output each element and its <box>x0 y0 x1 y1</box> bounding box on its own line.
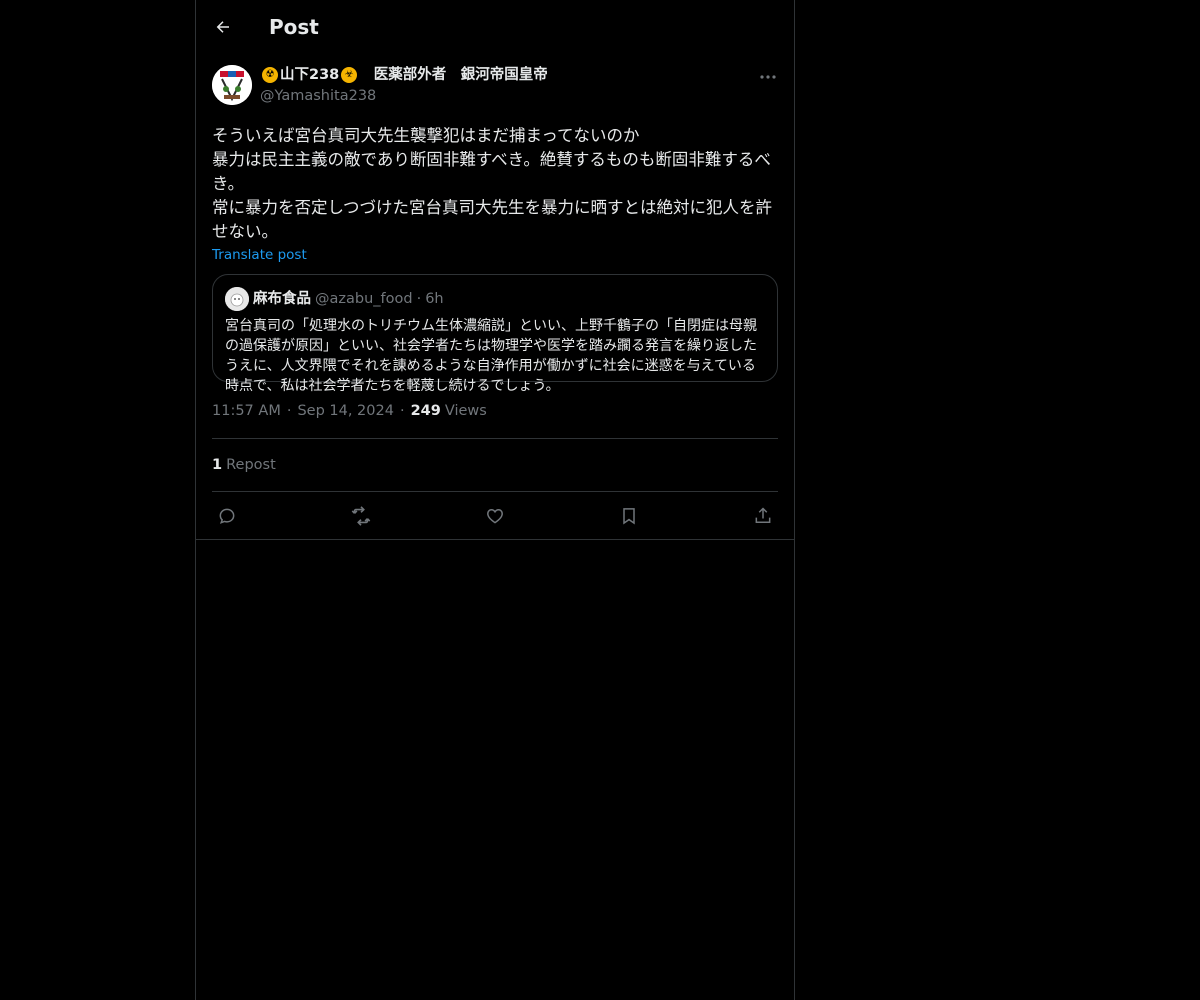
like-button[interactable] <box>480 501 510 531</box>
quoted-avatar <box>225 287 249 311</box>
post-text: そういえば宮台真司大先生襲撃犯はまだ捕まってないのか 暴力は民主主義の敵であり断… <box>212 126 773 241</box>
author-row: ☢ 山下238 ☣ 医薬部外者 銀河帝国皇帝 @Yamashita238 <box>196 65 794 115</box>
display-name-text: 山下238 <box>280 67 340 83</box>
avatar-image <box>212 65 252 105</box>
post-column: Post ☢ 山下238 ☣ 医薬部外者 銀河帝国皇帝 @Yamashita238 <box>195 0 795 1000</box>
post-meta: 11:57 AM · Sep 14, 2024 · 249 Views <box>212 400 778 422</box>
quoted-post-header: 麻布食品 @azabu_food · 6h <box>225 287 765 311</box>
back-button[interactable] <box>206 10 240 44</box>
bookmark-icon <box>623 507 635 525</box>
radiation-icon: ☢ <box>262 67 278 83</box>
meta-separator-2: · <box>399 403 405 419</box>
post-date[interactable]: Sep 14, 2024 <box>297 403 394 419</box>
meta-separator: · <box>286 403 292 419</box>
more-button[interactable] <box>758 67 778 87</box>
repost-button[interactable] <box>346 501 376 531</box>
translate-post-link[interactable]: Translate post <box>212 247 307 263</box>
more-horizontal-icon <box>760 75 776 79</box>
arrow-left-icon <box>216 20 229 33</box>
views-label: Views <box>444 403 487 419</box>
views-count: 249 <box>410 403 441 419</box>
author-names: ☢ 山下238 ☣ 医薬部外者 銀河帝国皇帝 @Yamashita238 <box>260 65 548 106</box>
bookmark-button[interactable] <box>614 501 644 531</box>
share-icon <box>755 506 771 523</box>
display-name-title: 医薬部外者 銀河帝国皇帝 <box>373 67 548 83</box>
biohazard-icon: ☣ <box>341 67 358 83</box>
heart-icon <box>487 508 503 524</box>
quoted-separator: · <box>416 291 422 307</box>
repost-count: 1 <box>212 457 223 473</box>
display-name-spacer <box>359 65 374 85</box>
share-button[interactable] <box>748 501 778 531</box>
header: Post <box>196 0 794 53</box>
bottom-divider <box>196 539 794 540</box>
quoted-handle: @azabu_food <box>315 291 413 307</box>
page-title: Post <box>269 14 319 39</box>
reply-button[interactable] <box>212 501 242 531</box>
author-handle[interactable]: @Yamashita238 <box>260 86 548 106</box>
repost-label: Repost <box>226 457 276 473</box>
quoted-time: 6h <box>425 291 444 307</box>
repost-icon <box>351 505 371 526</box>
quoted-post[interactable]: 麻布食品 @azabu_food · 6h 宮台真司の「処理水のトリチウム生体濃… <box>212 274 778 394</box>
display-name[interactable]: ☢ 山下238 ☣ 医薬部外者 銀河帝国皇帝 <box>260 65 548 85</box>
repost-stats[interactable]: 1 Repost <box>212 439 778 491</box>
reply-icon <box>219 508 235 524</box>
post-time[interactable]: 11:57 AM <box>212 403 281 419</box>
avatar[interactable] <box>212 65 252 105</box>
quoted-name: 麻布食品 <box>253 291 311 307</box>
quoted-text: 宮台真司の「処理水のトリチウム生体濃縮説」といい、上野千鶴子の「自閉症は母親の過… <box>225 318 757 394</box>
action-bar <box>212 491 778 539</box>
